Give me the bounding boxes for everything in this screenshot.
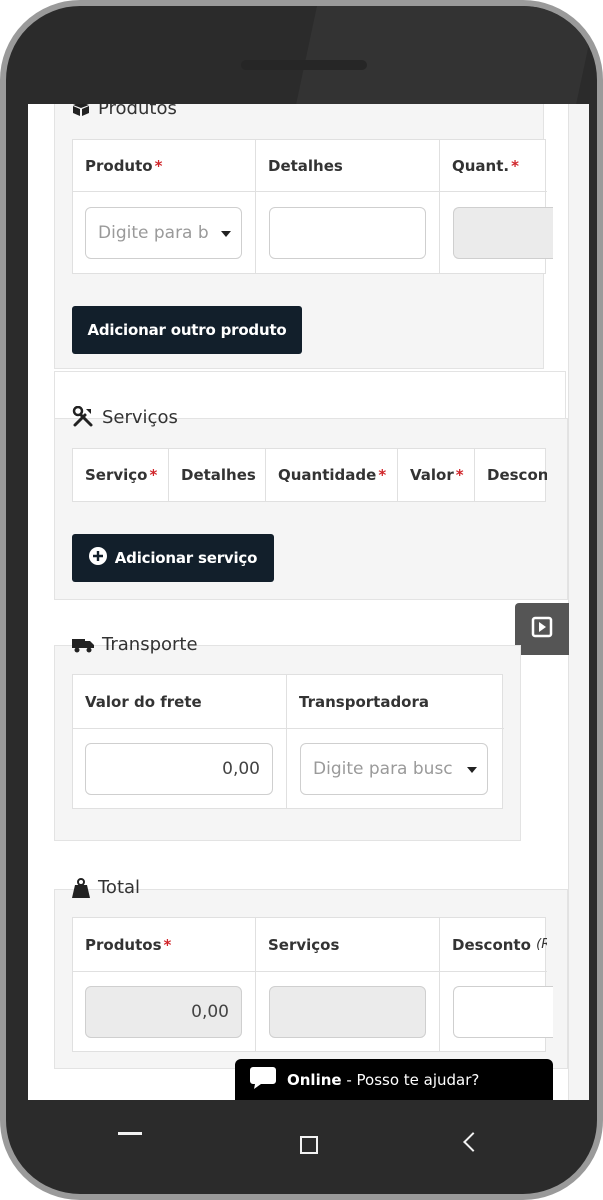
box-icon	[72, 104, 90, 117]
produtos-title-text: Produtos	[98, 104, 177, 119]
servicos-col-servico: Serviço *	[73, 449, 169, 501]
transportadora-select[interactable]: Digite para busc	[300, 743, 488, 795]
servicos-col-valor: Valor *	[398, 449, 475, 501]
produtos-col-detalhes: Detalhes	[256, 140, 440, 192]
phone-frame: Produtos Produto * Detalhes Quant. * Digit…	[0, 0, 603, 1200]
chevron-down-icon	[221, 231, 231, 237]
tools-icon	[72, 406, 94, 428]
produtos-section-title: Produtos	[72, 104, 177, 119]
total-desconto-input[interactable]	[453, 986, 553, 1038]
servicos-col-quantidade: Quantidade *	[266, 449, 398, 501]
produto-select[interactable]: Digite para b	[85, 207, 242, 259]
chat-widget[interactable]: Online - Posso te ajudar?	[235, 1059, 553, 1100]
play-square-icon	[531, 616, 553, 642]
phone-screen: Produtos Produto * Detalhes Quant. * Digit…	[28, 104, 589, 1100]
total-title-text: Total	[98, 877, 141, 898]
total-section-title: Total	[72, 877, 140, 898]
frete-input[interactable]: 0,00	[85, 743, 273, 795]
servicos-col-detalhes: Detalhes	[169, 449, 266, 501]
add-produto-button[interactable]: Adicionar outro produto	[72, 306, 302, 354]
total-servicos-input[interactable]	[269, 986, 426, 1038]
produtos-col-produto: Produto *	[73, 140, 256, 192]
produto-detalhes-input[interactable]	[269, 207, 426, 259]
transporte-section-title: Transporte	[72, 634, 198, 655]
transporte-col-frete: Valor do frete	[73, 675, 287, 729]
transporte-col-transportadora: Transportadora	[287, 675, 504, 729]
transporte-title-text: Transporte	[102, 634, 198, 655]
right-gutter	[568, 104, 589, 1100]
phone-speaker	[241, 60, 367, 70]
plus-circle-icon	[88, 547, 107, 569]
menu-icon[interactable]	[118, 1132, 142, 1135]
total-produtos-input[interactable]: 0,00	[85, 986, 242, 1038]
truck-icon	[72, 637, 94, 653]
weight-icon	[72, 877, 90, 898]
total-col-servicos: Serviços	[256, 918, 440, 972]
android-nav-bar	[28, 1100, 589, 1186]
speech-bubble-icon	[249, 1066, 277, 1094]
total-col-desconto: Desconto (R	[440, 918, 547, 972]
back-icon[interactable]	[463, 1132, 483, 1152]
servicos-table: Serviço * Detalhes Quantidade * Valor * Des…	[72, 448, 547, 502]
total-col-produtos: Produtos *	[73, 918, 256, 972]
produto-quant-input[interactable]	[453, 207, 553, 259]
chevron-down-icon	[467, 767, 477, 773]
servicos-title-text: Serviços	[102, 406, 178, 428]
chat-text: Online - Posso te ajudar?	[287, 1070, 480, 1089]
produtos-col-quant: Quant. *	[440, 140, 547, 192]
video-tab-button[interactable]	[515, 603, 569, 655]
add-servico-button[interactable]: Adicionar serviço	[72, 534, 274, 582]
recent-apps-icon[interactable]	[300, 1136, 318, 1154]
servicos-col-desconto: Descon	[487, 466, 547, 484]
servicos-section-title: Serviços	[72, 406, 178, 428]
phone-bezel-shade	[295, 6, 597, 106]
